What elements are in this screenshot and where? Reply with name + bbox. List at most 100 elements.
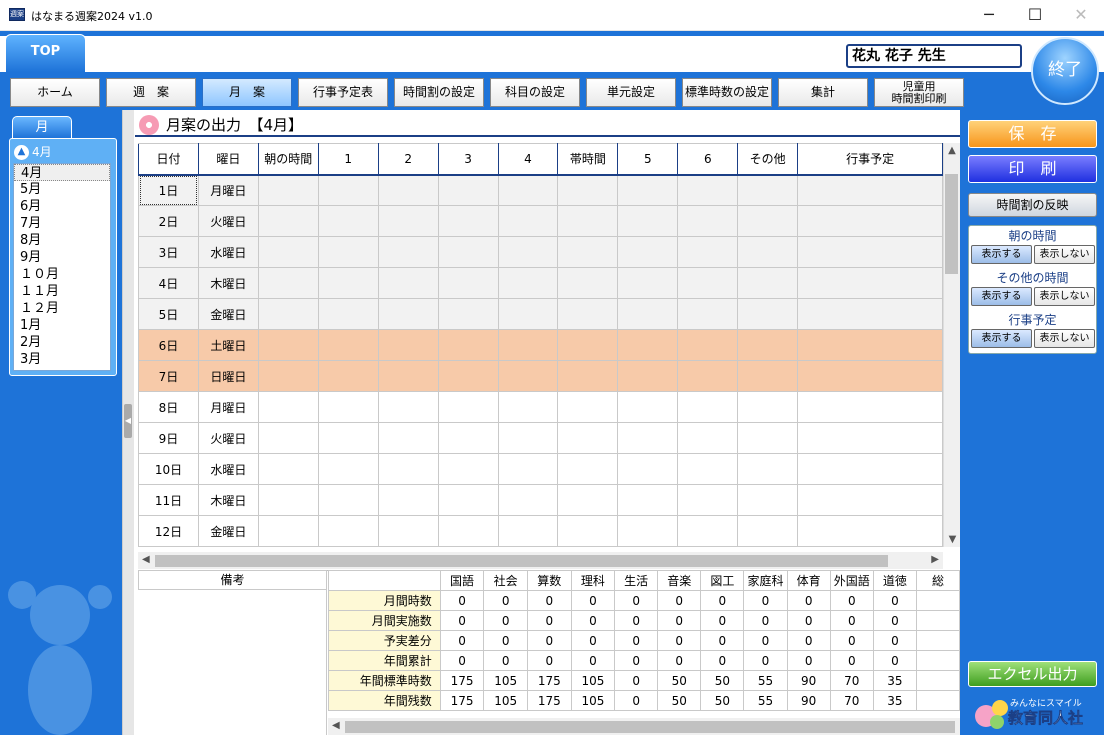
plan-cell[interactable] <box>257 360 319 392</box>
top-tab[interactable]: TOP <box>5 34 86 72</box>
plan-cell[interactable] <box>617 174 679 206</box>
plan-cell[interactable] <box>677 515 739 547</box>
plan-cell[interactable] <box>677 267 739 299</box>
plan-cell[interactable] <box>437 422 499 454</box>
plan-cell[interactable] <box>437 174 499 206</box>
nav-button-7[interactable]: 標準時数の設定 <box>682 78 772 107</box>
plan-cell[interactable] <box>377 453 439 485</box>
plan-cell[interactable] <box>317 174 379 206</box>
plan-cell[interactable] <box>437 484 499 516</box>
plan-cell[interactable] <box>437 360 499 392</box>
plan-cell[interactable] <box>737 174 799 206</box>
plan-cell[interactable] <box>797 484 943 516</box>
nav-button-2[interactable]: 月 案 <box>202 78 292 107</box>
plan-cell[interactable] <box>677 484 739 516</box>
plan-cell[interactable] <box>557 298 619 330</box>
plan-cell[interactable] <box>497 360 559 392</box>
plan-cell[interactable] <box>737 329 799 361</box>
plan-cell[interactable] <box>377 329 439 361</box>
apply-timetable-button[interactable]: 時間割の反映 <box>968 193 1097 217</box>
plan-cell[interactable] <box>437 205 499 237</box>
plan-cell[interactable] <box>317 422 379 454</box>
plan-cell[interactable] <box>677 391 739 423</box>
plan-cell[interactable] <box>737 515 799 547</box>
nav-button-9[interactable]: 児童用 時間割印刷 <box>874 78 964 107</box>
splitter-handle-icon[interactable]: ◀ <box>124 404 132 438</box>
plan-cell[interactable] <box>677 174 739 206</box>
plan-cell[interactable] <box>737 360 799 392</box>
plan-cell[interactable] <box>797 267 943 299</box>
plan-cell[interactable] <box>437 236 499 268</box>
plan-cell[interactable] <box>797 422 943 454</box>
plan-cell[interactable] <box>317 267 379 299</box>
month-item[interactable]: 2月 <box>14 334 110 351</box>
plan-cell[interactable] <box>677 329 739 361</box>
month-item[interactable]: １２月 <box>14 300 110 317</box>
plan-cell[interactable] <box>257 267 319 299</box>
summary-horizontal-thumb[interactable] <box>345 721 955 733</box>
scroll-up-icon[interactable]: ▲ <box>944 145 960 156</box>
plan-cell[interactable] <box>617 267 679 299</box>
plan-cell[interactable] <box>257 453 319 485</box>
plan-cell[interactable] <box>797 205 943 237</box>
plan-cell[interactable] <box>497 515 559 547</box>
plan-cell[interactable] <box>677 422 739 454</box>
plan-cell[interactable] <box>377 205 439 237</box>
plan-cell[interactable] <box>617 422 679 454</box>
plan-cell[interactable] <box>677 453 739 485</box>
save-button[interactable]: 保 存 <box>968 120 1097 148</box>
plan-cell[interactable] <box>617 391 679 423</box>
plan-cell[interactable] <box>497 205 559 237</box>
maximize-button[interactable]: ☐ <box>1012 0 1058 31</box>
month-item[interactable]: 3月 <box>14 351 110 368</box>
plan-cell[interactable] <box>617 205 679 237</box>
excel-export-button[interactable]: エクセル出力 <box>968 661 1097 687</box>
plan-cell[interactable] <box>797 236 943 268</box>
plan-cell[interactable] <box>737 484 799 516</box>
plan-cell[interactable] <box>737 453 799 485</box>
nav-button-3[interactable]: 行事予定表 <box>298 78 388 107</box>
hide-button[interactable]: 表示しない <box>1034 329 1095 348</box>
plan-cell[interactable] <box>557 236 619 268</box>
plan-cell[interactable] <box>437 298 499 330</box>
month-item[interactable]: １０月 <box>14 266 110 283</box>
scroll-left-icon[interactable]: ◀ <box>142 554 150 565</box>
close-button[interactable]: ✕ <box>1058 0 1104 31</box>
month-collapse-header[interactable]: ▲ 4月 <box>14 143 112 161</box>
show-button[interactable]: 表示する <box>971 245 1032 264</box>
plan-cell[interactable] <box>557 453 619 485</box>
plan-cell[interactable] <box>557 174 619 206</box>
plan-cell[interactable] <box>317 205 379 237</box>
plan-cell[interactable] <box>257 422 319 454</box>
plan-cell[interactable] <box>437 515 499 547</box>
scroll-right-icon[interactable]: ▶ <box>931 554 939 565</box>
nav-button-6[interactable]: 単元設定 <box>586 78 676 107</box>
plan-cell[interactable] <box>557 484 619 516</box>
plan-cell[interactable] <box>497 453 559 485</box>
plan-cell[interactable] <box>497 236 559 268</box>
plan-cell[interactable] <box>737 391 799 423</box>
plan-cell[interactable] <box>497 422 559 454</box>
plan-cell[interactable] <box>257 205 319 237</box>
plan-cell[interactable] <box>797 329 943 361</box>
plan-cell[interactable] <box>557 329 619 361</box>
month-item[interactable]: 4月 <box>14 164 110 181</box>
plan-cell[interactable] <box>677 205 739 237</box>
plan-cell[interactable] <box>617 484 679 516</box>
show-button[interactable]: 表示する <box>971 329 1032 348</box>
hide-button[interactable]: 表示しない <box>1034 287 1095 306</box>
month-item[interactable]: 6月 <box>14 198 110 215</box>
plan-cell[interactable] <box>377 267 439 299</box>
plan-cell[interactable] <box>377 391 439 423</box>
scroll-down-icon[interactable]: ▼ <box>944 534 961 545</box>
plan-cell[interactable] <box>737 205 799 237</box>
nav-button-5[interactable]: 科目の設定 <box>490 78 580 107</box>
plan-cell[interactable] <box>737 236 799 268</box>
plan-cell[interactable] <box>677 236 739 268</box>
plan-cell[interactable] <box>797 391 943 423</box>
plan-cell[interactable] <box>377 174 439 206</box>
plan-cell[interactable] <box>257 484 319 516</box>
nav-button-1[interactable]: 週 案 <box>106 78 196 107</box>
show-button[interactable]: 表示する <box>971 287 1032 306</box>
hide-button[interactable]: 表示しない <box>1034 245 1095 264</box>
